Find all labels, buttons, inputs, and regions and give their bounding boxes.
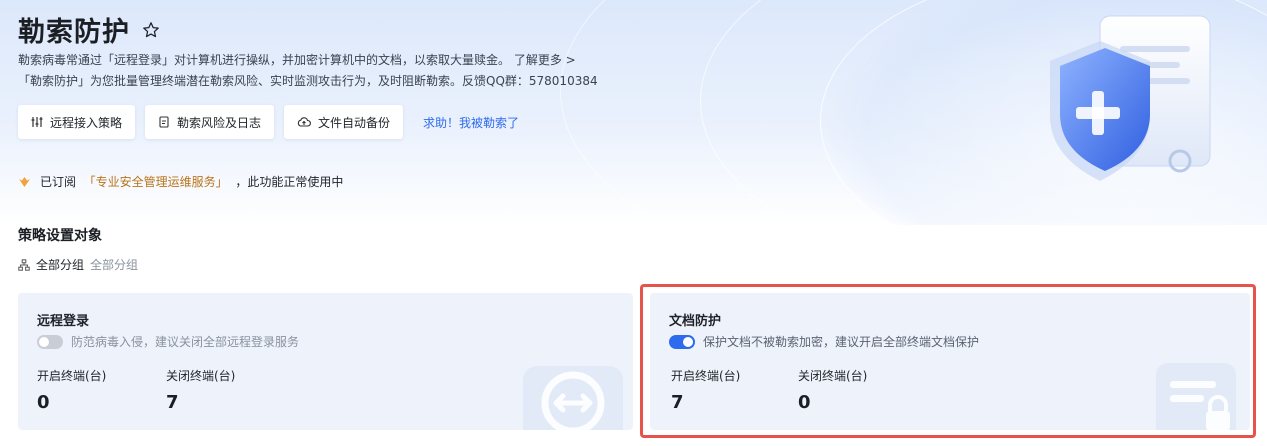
page-title: 勒索防护 [18,17,130,48]
stat-value: 7 [166,392,179,413]
hero-banner: 勒索防护 勒索病毒常通过「远程登录」对计算机进行操纵，并加密计算机中的文档，以索… [0,0,1267,225]
highlight-frame [640,284,1256,438]
toolbar: 远程接入策略 勒索风险及日志 文件自动备份 求助！我被勒索了 [18,105,519,139]
crown-icon [19,176,30,187]
remote-transfer-icon [523,366,623,430]
group-selector[interactable]: 全部分组 全部分组 [18,256,138,273]
subscription-status: 已订阅 「专业安全管理运维服务」 ，此功能正常使用中 [18,173,343,190]
subscription-suffix: ，此功能正常使用中 [235,175,344,189]
subscription-prefix: 已订阅 [40,175,77,189]
risk-log-button[interactable]: 勒索风险及日志 [145,105,275,139]
description-line-2: 「勒索防护」为您批量管理终端潜在勒索风险、实时监测攻击行为，及时阻断勒索。反馈Q… [18,74,598,88]
group-name: 全部分组 [36,258,85,272]
toggle-description: 防范病毒入侵，建议关闭全部远程登录服务 [71,335,300,349]
enabled-stat: 开启终端(台) 0 [37,367,106,413]
shield-plus-icon [1050,15,1211,181]
org-tree-icon [18,258,30,271]
remote-login-toggle-row: 防范病毒入侵，建议关闭全部远程登录服务 [37,333,299,350]
description-text: 勒索病毒常通过「远程登录」对计算机进行操纵，并加密计算机中的文档，以索取大量赎金… [18,53,511,67]
remote-login-card: 远程登录 防范病毒入侵，建议关闭全部远程登录服务 开启终端(台) 0 关闭终端(… [18,293,633,430]
section-title: 策略设置对象 [18,228,102,244]
auto-backup-label: 文件自动备份 [318,115,391,130]
group-path: 全部分组 [90,258,139,272]
description-line-1: 勒索病毒常通过「远程登录」对计算机进行操纵，并加密计算机中的文档，以索取大量赎金… [18,51,576,68]
stat-label: 开启终端(台) [37,369,107,383]
stat-value: 0 [37,392,50,413]
remote-policy-label: 远程接入策略 [50,115,123,130]
card-title: 远程登录 [37,314,90,329]
policy-icon [31,117,43,127]
document-icon [159,116,169,128]
disabled-stat: 关闭终端(台) 7 [166,367,235,413]
remote-login-toggle[interactable] [37,334,63,349]
auto-backup-button[interactable]: 文件自动备份 [284,105,404,139]
risk-log-label: 勒索风险及日志 [177,115,262,130]
learn-more-link[interactable]: 了解更多 > [514,53,576,67]
stat-label: 关闭终端(台) [166,369,236,383]
cloud-upload-icon [297,117,311,127]
star-icon[interactable] [142,21,160,39]
help-ransomware-link[interactable]: 求助！我被勒索了 [423,114,519,131]
subscription-service: 「专业安全管理运维服务」 [83,175,228,189]
toggle-knob [39,336,49,347]
remote-policy-button[interactable]: 远程接入策略 [18,105,136,139]
